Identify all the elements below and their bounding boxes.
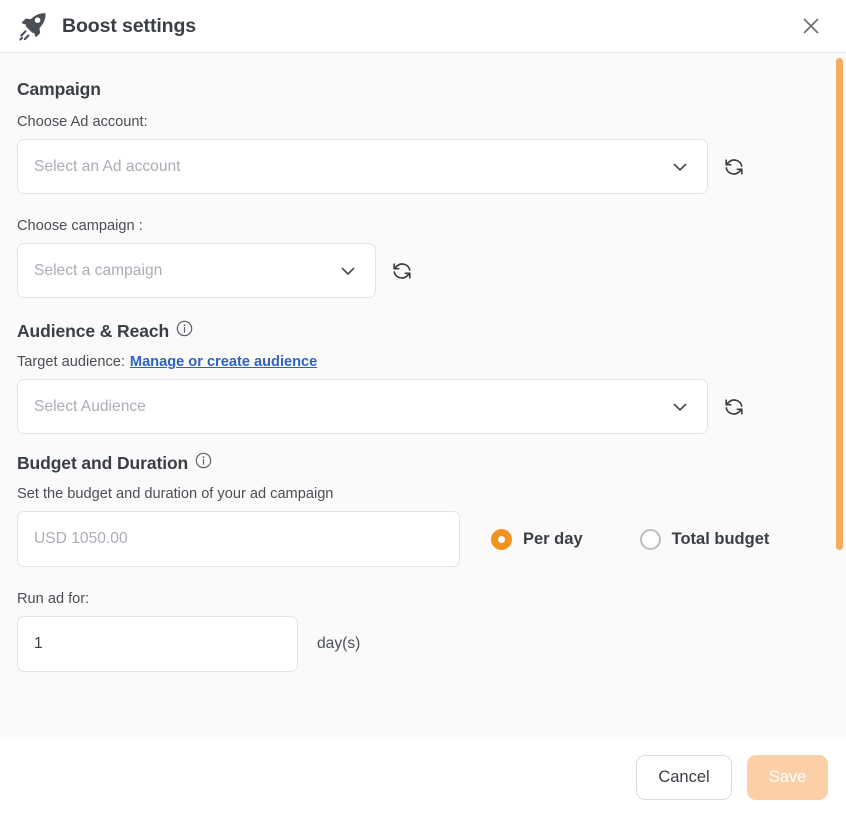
radio-mark-per-day (491, 528, 512, 550)
ad-account-label: Choose Ad account: (17, 114, 148, 130)
campaign-refresh-icon[interactable] (376, 245, 428, 297)
audience-section-title: Audience & Reach (17, 320, 828, 342)
audience-select[interactable]: Select Audience (17, 379, 708, 434)
campaign-select-value: Select a campaign (34, 261, 163, 279)
info-icon[interactable] (176, 320, 193, 342)
save-button[interactable]: Save (747, 755, 828, 800)
manage-audience-link[interactable]: Manage or create audience (130, 354, 317, 370)
audience-section-title-text: Audience & Reach (17, 320, 170, 341)
modal-footer: Cancel Save (0, 737, 846, 818)
chevron-down-icon (669, 396, 691, 418)
scrollbar-thumb[interactable] (836, 58, 843, 550)
ad-account-select[interactable]: Select an Ad account (17, 139, 708, 194)
radio-mark-total-budget (639, 528, 661, 550)
budget-amount-row: USD 1050.00 Per day Total budget (17, 511, 828, 567)
radio-option-total-budget[interactable]: Total budget (639, 528, 770, 550)
campaign-row: Select a campaign (17, 243, 828, 298)
audience-select-value: Select Audience (34, 397, 146, 415)
budget-type-radio-group: Per day Total budget (491, 528, 770, 550)
duration-unit-label: day(s) (317, 635, 361, 652)
campaign-section-title: Campaign (17, 79, 828, 100)
cancel-button[interactable]: Cancel (636, 755, 732, 800)
target-audience-label-row: Target audience: Manage or create audien… (17, 354, 828, 370)
ad-account-row: Select an Ad account (17, 139, 828, 194)
run-ad-for-label: Run ad for: (17, 591, 90, 607)
vertical-scrollbar[interactable] (835, 53, 846, 737)
ad-account-refresh-icon[interactable] (708, 141, 760, 193)
campaign-label: Choose campaign : (17, 218, 143, 234)
budget-section-title: Budget and Duration (17, 452, 828, 474)
duration-input[interactable]: 1 (17, 616, 298, 672)
close-icon[interactable] (794, 9, 828, 43)
boost-settings-modal: Boost settings Campaign Choose Ad accoun… (0, 0, 846, 818)
radio-option-per-day[interactable]: Per day (491, 528, 583, 550)
target-audience-label: Target audience: (17, 354, 125, 370)
budget-amount-input[interactable]: USD 1050.00 (17, 511, 460, 567)
audience-refresh-icon[interactable] (708, 381, 760, 433)
budget-section-title-text: Budget and Duration (17, 452, 189, 473)
campaign-section-title-text: Campaign (17, 79, 101, 99)
radio-label-per-day: Per day (523, 529, 583, 548)
budget-description: Set the budget and duration of your ad c… (17, 486, 334, 502)
audience-row: Select Audience (17, 379, 828, 434)
budget-amount-placeholder: USD 1050.00 (34, 530, 128, 547)
campaign-select[interactable]: Select a campaign (17, 243, 376, 298)
info-icon[interactable] (195, 452, 212, 474)
chevron-down-icon (669, 156, 691, 178)
duration-row: 1 day(s) (17, 616, 828, 672)
radio-label-total-budget: Total budget (671, 529, 770, 548)
chevron-down-icon (337, 260, 359, 282)
ad-account-select-value: Select an Ad account (34, 157, 181, 175)
settings-scroll-area[interactable]: Campaign Choose Ad account: Select an Ad… (0, 53, 846, 737)
modal-title: Boost settings (62, 14, 197, 37)
duration-value: 1 (34, 635, 43, 652)
rocket-icon (14, 6, 54, 46)
modal-header: Boost settings (0, 0, 846, 53)
